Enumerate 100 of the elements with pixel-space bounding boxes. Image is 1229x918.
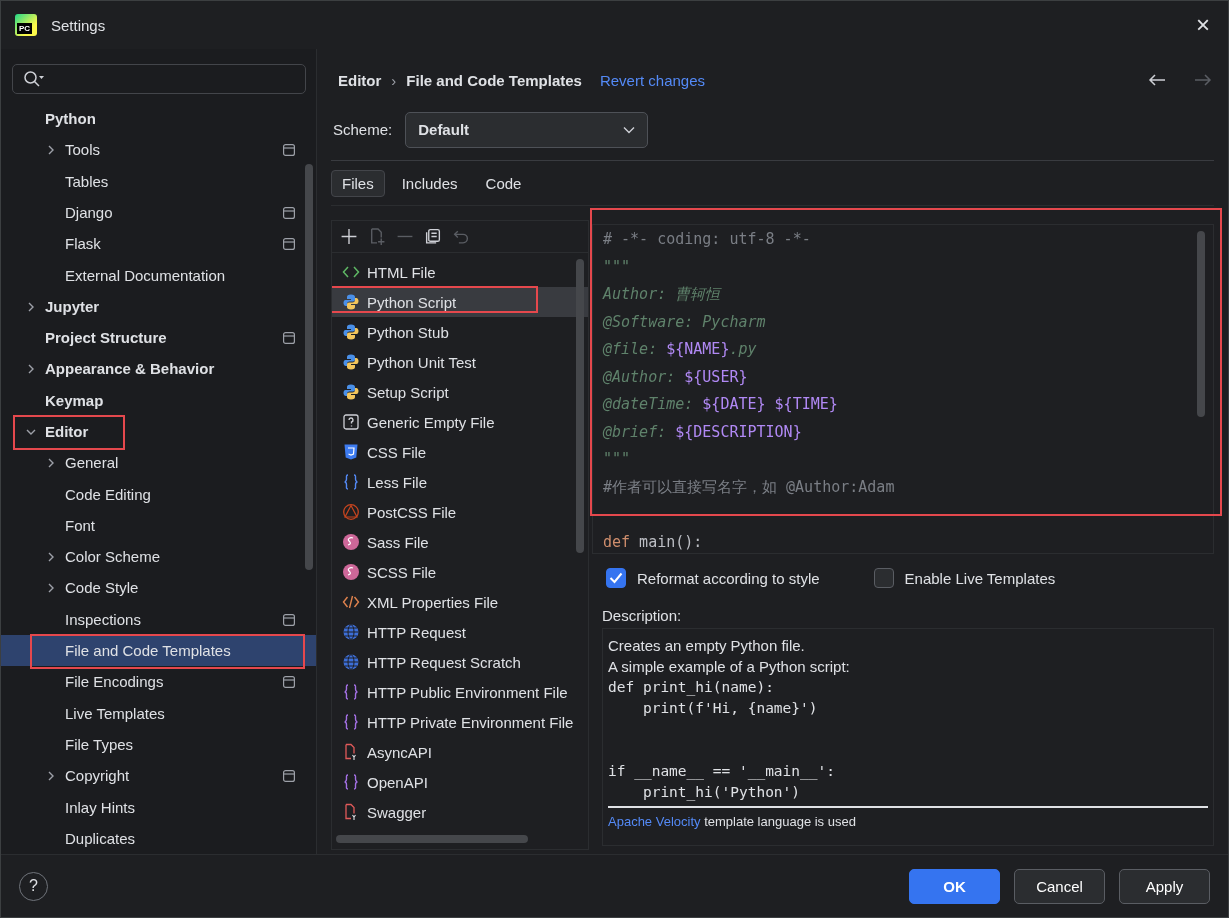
- template-editor[interactable]: # -*- coding: utf-8 -*- """ Author: 曹轲恒 @Software: Pycharm @file: ${NAME}.py @Author: ${USER} @dateTime: ${DATE} ${TIME} @brief: ${DESCRIPTION} """ #作者可以直接写名字，如 @Author:Adam def main():: [592, 224, 1214, 554]
- sidebar-item[interactable]: Font: [1, 509, 316, 542]
- braces-icon: [342, 473, 360, 491]
- code-line: @Author: ${USER}: [603, 366, 749, 388]
- sidebar-item[interactable]: General: [1, 447, 316, 479]
- code-line: Author: 曹轲恒: [603, 284, 723, 305]
- description-text: Creates an empty Python file.: [608, 636, 806, 656]
- scheme-dropdown[interactable]: Default: [405, 111, 649, 148]
- code-line: @Software: Pycharm: [603, 311, 767, 333]
- python-icon: [342, 383, 360, 401]
- sidebar-item[interactable]: External Documentation: [1, 259, 316, 291]
- revert-changes-link[interactable]: Revert changes: [599, 71, 705, 89]
- sidebar-item[interactable]: Copyright: [1, 760, 316, 792]
- question-file-icon: [342, 413, 360, 431]
- sidebar-item[interactable]: Appearance & Behavior: [1, 353, 316, 385]
- sidebar-item[interactable]: File and Code Templates: [1, 634, 316, 667]
- template-item[interactable]: PostCSS File: [332, 497, 588, 527]
- circle-triangle-icon: [342, 503, 360, 521]
- sidebar-item[interactable]: Inlay Hints: [1, 791, 316, 823]
- sidebar-item[interactable]: Flask: [1, 228, 316, 260]
- sidebar-item[interactable]: Duplicates: [1, 822, 316, 854]
- code-line: @file: ${NAME}.py: [603, 339, 758, 360]
- checkbox[interactable]: Reformat according to style: [606, 568, 820, 588]
- breadcrumb-item: File and Code Templates: [406, 71, 582, 89]
- template-item[interactable]: HTTP Private Environment File: [332, 707, 588, 737]
- template-item[interactable]: HTTP Request Scratch: [332, 647, 588, 677]
- sidebar-item[interactable]: Jupyter: [1, 290, 316, 322]
- code-line: def main():: [603, 531, 704, 553]
- template-item[interactable]: SCSS File: [332, 557, 588, 587]
- sidebar-item[interactable]: File Types: [1, 728, 316, 761]
- shield-icon: [342, 443, 360, 461]
- breadcrumb-item: Editor: [338, 71, 382, 89]
- python-icon: [342, 293, 360, 311]
- template-item[interactable]: AsyncAPI: [332, 737, 588, 767]
- template-item[interactable]: XML Properties File: [332, 587, 588, 617]
- template-item[interactable]: HTTP Public Environment File: [332, 677, 588, 707]
- scrollbar[interactable]: [576, 259, 584, 553]
- sass-icon: [342, 563, 360, 581]
- braces-icon: [342, 773, 360, 791]
- checkbox[interactable]: Enable Live Templates: [873, 568, 1056, 588]
- app-logo: PC: [15, 14, 37, 36]
- scrollbar[interactable]: [1197, 231, 1205, 417]
- checkbox-box[interactable]: [873, 568, 894, 588]
- dialog-button[interactable]: Cancel: [1014, 868, 1105, 904]
- sidebar-item[interactable]: Editor: [1, 415, 316, 448]
- tab[interactable]: Includes: [390, 169, 469, 197]
- sidebar-item[interactable]: Python: [1, 102, 316, 135]
- code-line: @dateTime: ${DATE} ${TIME}: [603, 394, 839, 415]
- scheme-label: Scheme:: [332, 121, 393, 138]
- tab[interactable]: Code: [474, 169, 533, 197]
- window-title: Settings: [51, 16, 107, 34]
- velocity-link[interactable]: Apache Velocity: [608, 814, 701, 829]
- sidebar-item[interactable]: Inspections: [1, 603, 316, 635]
- template-item[interactable]: CSS File: [332, 437, 588, 467]
- template-item[interactable]: Generic Empty File: [332, 407, 588, 437]
- globe-icon: [342, 653, 360, 671]
- code-tag-icon: [342, 593, 360, 611]
- sidebar-item[interactable]: Project Structure: [1, 321, 316, 354]
- search-field[interactable]: [12, 64, 306, 94]
- template-item[interactable]: HTML File: [332, 257, 588, 287]
- sidebar-item[interactable]: Django: [1, 196, 316, 229]
- scrollbar[interactable]: [305, 164, 313, 570]
- description-text: A simple example of a Python script:: [608, 657, 851, 677]
- sass-icon: [342, 533, 360, 551]
- sidebar-item[interactable]: Tools: [1, 134, 316, 166]
- code-line: @brief: ${DESCRIPTION}: [603, 421, 803, 443]
- sidebar-item[interactable]: Live Templates: [1, 697, 316, 729]
- code-line: print_hi('Python'): [641, 783, 802, 803]
- dialog-button[interactable]: Apply: [1119, 868, 1210, 904]
- template-language-note: Apache Velocity template language is used: [608, 814, 857, 829]
- sidebar-item[interactable]: Color Scheme: [1, 541, 316, 573]
- checkbox-box[interactable]: [606, 568, 626, 588]
- scrollbar[interactable]: [336, 835, 528, 843]
- python-icon: [342, 323, 360, 341]
- template-item[interactable]: Setup Script: [332, 377, 588, 407]
- template-item[interactable]: HTTP Request: [332, 617, 588, 647]
- code-line: """: [603, 449, 632, 470]
- ok-button[interactable]: OK: [909, 868, 1000, 904]
- code-line: # -*- coding: utf-8 -*-: [603, 229, 812, 250]
- tab[interactable]: Files: [331, 169, 385, 197]
- plus-icon[interactable]: [340, 227, 358, 246]
- code-line: def print_hi(name):: [608, 678, 775, 698]
- template-item[interactable]: Python Stub: [332, 317, 588, 347]
- sidebar-item[interactable]: Code Style: [1, 572, 316, 604]
- code-line: #作者可以直接写名字，如 @Author:Adam: [603, 476, 896, 498]
- globe-icon: [342, 623, 360, 641]
- template-item[interactable]: Python Unit Test: [332, 347, 588, 377]
- sidebar-item[interactable]: Keymap: [1, 384, 316, 416]
- template-item[interactable]: Sass File: [332, 527, 588, 557]
- template-item[interactable]: OpenAPI: [332, 767, 588, 797]
- close-button[interactable]: ×: [1192, 11, 1214, 39]
- python-icon: [342, 353, 360, 371]
- sidebar-item[interactable]: File Encodings: [1, 666, 316, 698]
- template-item[interactable]: Swagger: [332, 797, 588, 827]
- copy-icon[interactable]: [424, 227, 442, 246]
- template-item[interactable]: Less File: [332, 467, 588, 497]
- template-item[interactable]: Python Script: [332, 287, 588, 317]
- search-icon[interactable]: [23, 69, 45, 88]
- sidebar-item[interactable]: Tables: [1, 165, 316, 197]
- sidebar-item[interactable]: Code Editing: [1, 478, 316, 510]
